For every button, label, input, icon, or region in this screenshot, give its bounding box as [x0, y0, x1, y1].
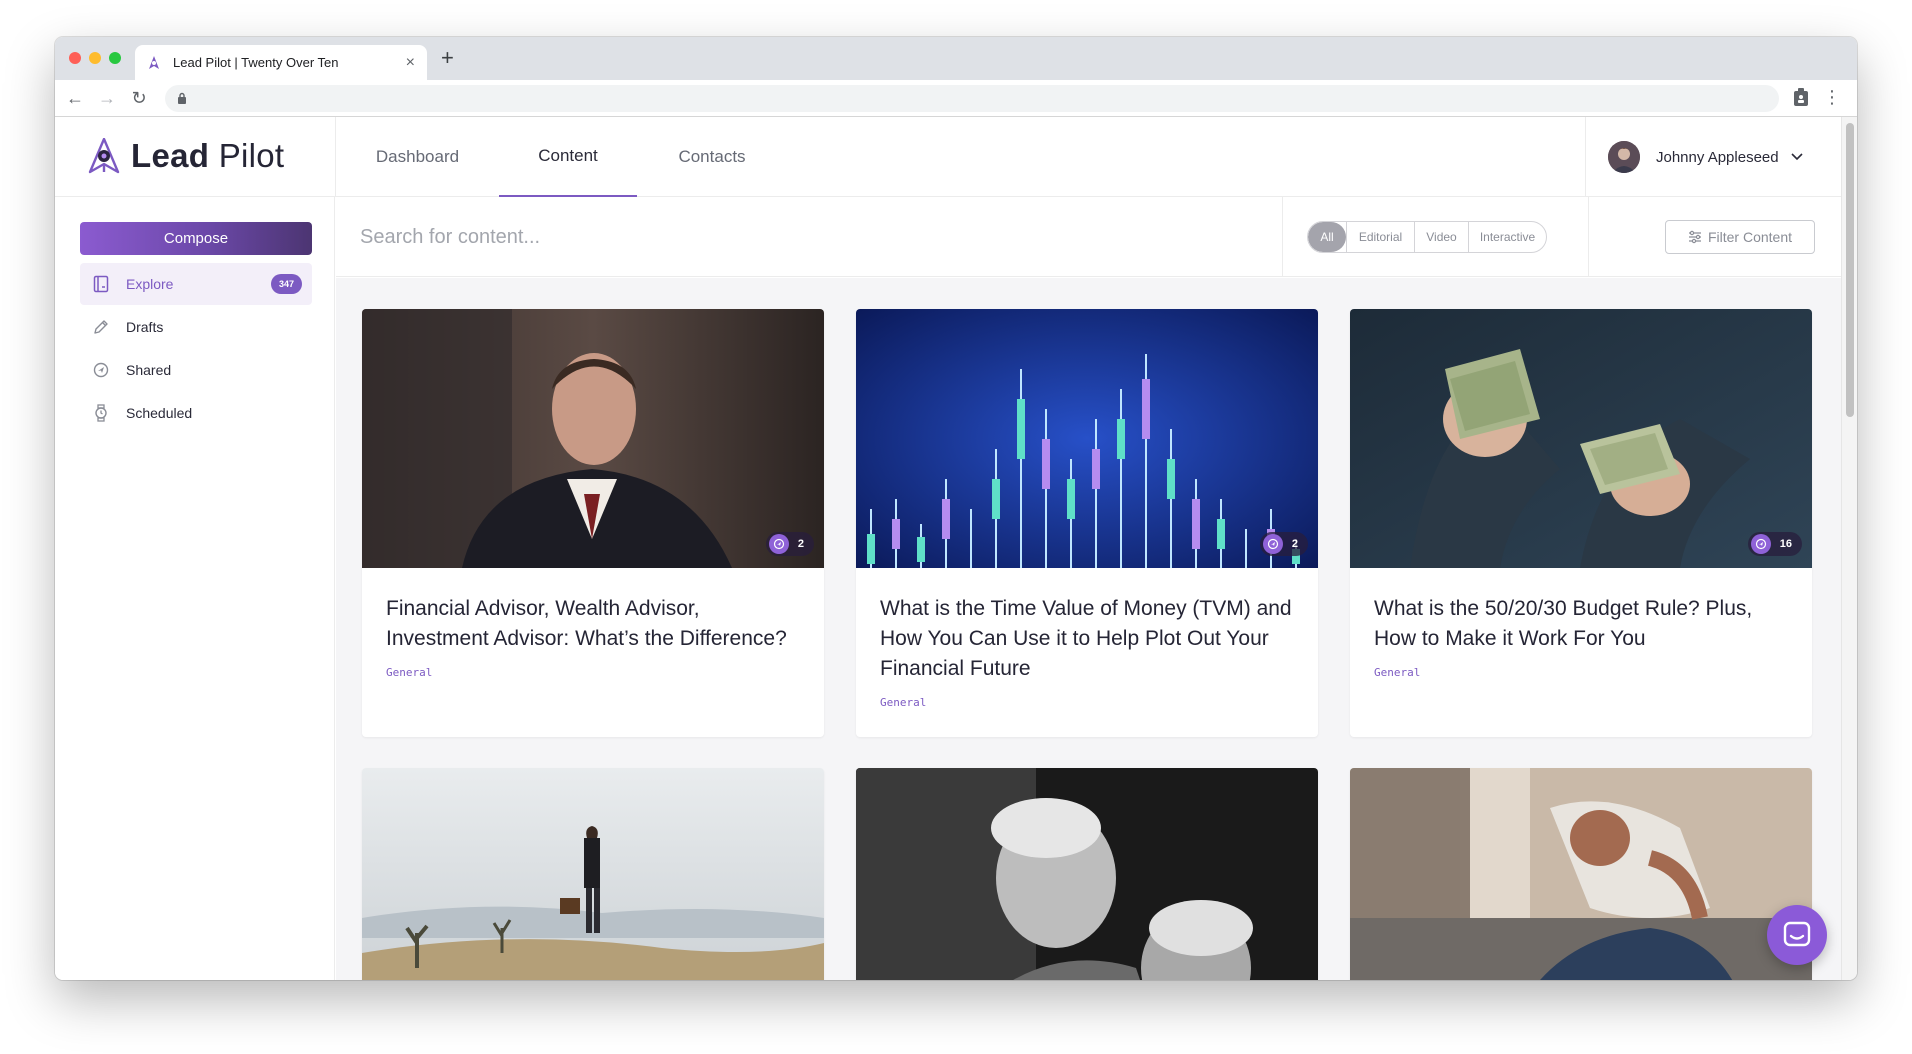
card-category-tag[interactable]: General: [880, 696, 1294, 709]
share-count: 16: [1779, 538, 1792, 550]
content-card[interactable]: 2 Financial Advisor, Wealth Advisor, Inv…: [362, 309, 824, 737]
content-card[interactable]: [1350, 768, 1812, 980]
user-divider: [1585, 117, 1586, 197]
app-header: Lead Pilot Dashboard Content Contacts Jo…: [55, 117, 1841, 197]
tab-close-icon[interactable]: ×: [406, 54, 415, 71]
card-category-tag[interactable]: General: [1374, 666, 1788, 679]
count-badge: 347: [270, 274, 302, 294]
browser-toolbar: ← → ↻ ⋮: [55, 80, 1857, 117]
sidebar-item-shared[interactable]: Shared: [80, 349, 312, 391]
card-body: What is the Time Value of Money (TVM) an…: [856, 568, 1318, 737]
brand-name: Lead Pilot: [131, 137, 285, 174]
share-count: 2: [797, 538, 804, 550]
address-bar[interactable]: [165, 85, 1779, 112]
explore-icon: [92, 275, 110, 293]
card-image-man-with-head-in-hands: [1350, 768, 1812, 980]
maximize-window-button[interactable]: [109, 52, 121, 64]
chat-icon: [1783, 921, 1811, 947]
content-card[interactable]: 16 What is the 50/20/30 Budget Rule? Plu…: [1350, 309, 1812, 737]
reload-icon[interactable]: ↻: [127, 86, 151, 110]
card-title: Financial Advisor, Wealth Advisor, Inves…: [386, 597, 787, 650]
card-image-counting-money: 16: [1350, 309, 1812, 568]
shared-icon: [768, 534, 789, 554]
segment-video[interactable]: Video: [1414, 222, 1468, 252]
card-image-businessman: 2: [362, 309, 824, 568]
page-scrollbar[interactable]: [1841, 117, 1857, 980]
browser-window: Lead Pilot | Twenty Over Ten × + ← → ↻ ⋮: [55, 37, 1857, 980]
share-count: 2: [1291, 538, 1298, 550]
shared-icon: [1750, 534, 1771, 554]
lock-icon: [178, 92, 186, 104]
sidebar-item-label: Scheduled: [126, 405, 193, 421]
segment-all[interactable]: All: [1308, 222, 1346, 252]
user-menu[interactable]: Johnny Appleseed: [1608, 141, 1803, 173]
brand-logo[interactable]: Lead Pilot: [87, 137, 284, 175]
card-category-tag[interactable]: General: [386, 666, 800, 679]
sidebar-item-explore[interactable]: Explore 347: [80, 263, 312, 305]
scrollbar-thumb[interactable]: [1846, 123, 1854, 417]
sliders-icon: [1688, 230, 1701, 244]
filter-divider: [1588, 197, 1589, 277]
rocket-favicon-icon: [147, 55, 161, 70]
content-type-filter: All Editorial Video Interactive: [1307, 221, 1547, 253]
content-card[interactable]: 2 What is the Time Value of Money (TVM) …: [856, 309, 1318, 737]
search-input[interactable]: [360, 221, 1060, 253]
card-image-desert-traveler: [362, 768, 824, 980]
extension-icon[interactable]: [1793, 87, 1809, 107]
search-bar: All Editorial Video Interactive Filter C…: [336, 197, 1841, 277]
card-image-stock-chart: 2: [856, 309, 1318, 568]
card-title: What is the 50/20/30 Budget Rule? Plus, …: [1374, 597, 1753, 650]
segment-interactive[interactable]: Interactive: [1468, 222, 1546, 252]
content-card[interactable]: [362, 768, 824, 980]
card-title: What is the Time Value of Money (TVM) an…: [880, 597, 1292, 680]
user-name: Johnny Appleseed: [1656, 148, 1779, 166]
shared-icon: [1262, 534, 1283, 554]
tab-contacts[interactable]: Contacts: [637, 117, 787, 197]
sidebar-item-label: Explore: [126, 276, 174, 292]
browser-menu-icon[interactable]: ⋮: [1823, 87, 1841, 107]
browser-tab-strip: Lead Pilot | Twenty Over Ten × +: [55, 37, 1857, 80]
tab-content[interactable]: Content: [499, 117, 637, 197]
card-body: What is the 50/20/30 Budget Rule? Plus, …: [1350, 568, 1812, 737]
rocket-logo-icon: [88, 138, 120, 174]
card-image-elderly-women: [856, 768, 1318, 980]
filter-content-button[interactable]: Filter Content: [1665, 220, 1815, 254]
share-count-badge: 2: [765, 532, 814, 556]
chevron-down-icon: [1791, 153, 1803, 161]
sidebar-item-drafts[interactable]: Drafts: [80, 306, 312, 348]
share-count-badge: 16: [1747, 532, 1802, 556]
main-nav: Dashboard Content Contacts: [336, 117, 787, 197]
minimize-window-button[interactable]: [89, 52, 101, 64]
tab-dashboard[interactable]: Dashboard: [336, 117, 499, 197]
chat-launcher-button[interactable]: [1767, 905, 1827, 965]
shared-icon: [92, 361, 110, 379]
content-card[interactable]: [856, 768, 1318, 980]
sidebar: Compose Explore 347 Drafts Shared Schedu…: [55, 197, 335, 980]
card-body: Financial Advisor, Wealth Advisor, Inves…: [362, 568, 824, 737]
new-tab-button[interactable]: +: [441, 47, 454, 69]
search-divider: [1282, 197, 1283, 277]
pencil-icon: [92, 318, 110, 336]
segment-editorial[interactable]: Editorial: [1346, 222, 1414, 252]
browser-tab[interactable]: Lead Pilot | Twenty Over Ten ×: [135, 45, 427, 80]
clock-icon: [92, 404, 110, 422]
app: Lead Pilot Dashboard Content Contacts Jo…: [55, 117, 1841, 980]
share-count-badge: 2: [1259, 532, 1308, 556]
close-window-button[interactable]: [69, 52, 81, 64]
back-icon[interactable]: ←: [63, 86, 87, 110]
compose-button[interactable]: Compose: [80, 222, 312, 255]
avatar: [1608, 141, 1640, 173]
forward-icon[interactable]: →: [95, 86, 119, 110]
content-grid: 2 Financial Advisor, Wealth Advisor, Inv…: [336, 278, 1841, 980]
sidebar-item-label: Drafts: [126, 319, 164, 335]
sidebar-item-scheduled[interactable]: Scheduled: [80, 392, 312, 434]
sidebar-item-label: Shared: [126, 362, 172, 378]
filter-content-label: Filter Content: [1707, 229, 1793, 245]
tab-title: Lead Pilot | Twenty Over Ten: [173, 55, 339, 70]
